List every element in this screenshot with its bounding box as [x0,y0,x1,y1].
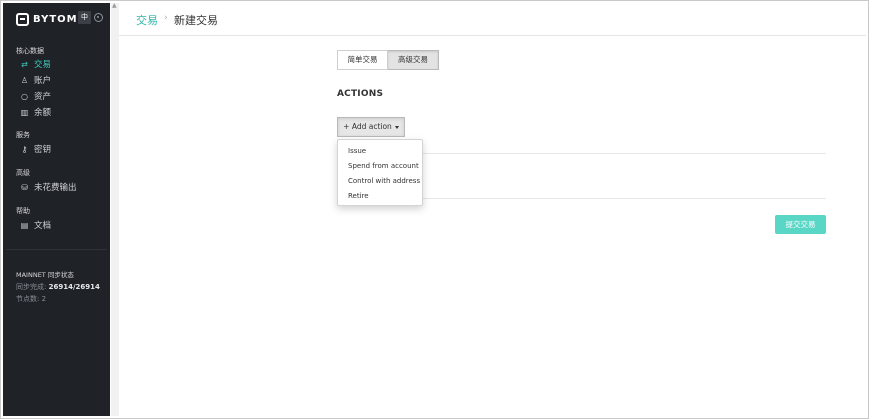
sync-status: 同步完成: 26914/26914 [16,282,100,292]
circle-icon: ○ [21,91,28,101]
document-icon: ▤ [20,220,29,230]
sidebar-item-label: 文档 [34,221,52,231]
section-title-help: 帮助 [16,207,30,215]
add-action-dropdown-menu: Issue Spend from account Control with ad… [337,139,423,206]
database-icon: ⛁ [21,182,28,192]
sidebar-divider [6,249,107,250]
add-action-button[interactable]: + Add action [337,117,405,137]
sidebar-item-label: 未花费输出 [34,183,77,193]
user-icon: ♙ [20,75,29,85]
page-header: 交易 › 新建交易 [119,3,866,36]
caret-down-icon [394,125,399,129]
section-title-services: 服务 [16,131,30,139]
sidebar-item-keys[interactable]: ⚷ 密钥 [20,143,52,156]
menu-item-control-with-address[interactable]: Control with address [338,174,422,189]
sidebar-scrollbar[interactable] [111,3,119,416]
sidebar-item-docs[interactable]: ▤ 文档 [20,219,52,232]
menu-item-issue[interactable]: Issue [338,144,422,159]
peer-count: 节点数: 2 [16,294,46,304]
sidebar-item-label: 交易 [34,60,52,70]
sidebar-item-label: 账户 [34,76,52,86]
section-title-advanced: 高级 [16,169,30,177]
sync-value: 26914/26914 [48,283,100,291]
key-icon: ⚷ [21,144,28,154]
menu-item-spend-from-account[interactable]: Spend from account [338,159,422,174]
tab-simple-transaction[interactable]: 简单交易 [337,50,388,70]
transaction-type-tabs: 简单交易 高级交易 [337,50,439,70]
network-sync-title: MAINNET 同步状态 [16,271,74,279]
peers-label: 节点数: [16,295,40,303]
actions-heading: ACTIONS [337,89,384,99]
add-action-label: + Add action [343,122,392,131]
sidebar-item-accounts[interactable]: ♙ 账户 [20,74,52,87]
sync-label: 同步完成: [16,283,47,291]
sidebar-item-label: 资产 [34,92,52,102]
sidebar: BYTOM 中 核心数据 ⇄ 交易 ♙ 账户 ○ 资产 ▥ 余额 服务 ⚷ 密钥… [3,3,110,416]
exchange-icon: ⇄ [21,59,28,69]
sidebar-item-label: 密钥 [34,145,52,155]
language-toggle-button[interactable]: 中 [78,11,91,24]
bar-chart-icon: ▥ [20,107,29,117]
page-title: 新建交易 [174,14,218,27]
gear-icon[interactable] [94,13,103,22]
sidebar-item-transactions[interactable]: ⇄ 交易 [20,58,52,71]
brand-name: BYTOM [33,13,78,25]
sidebar-item-label: 余额 [34,108,52,118]
scroll-up-arrow-icon[interactable]: ▲ [112,3,118,9]
sidebar-item-balances[interactable]: ▥ 余额 [20,106,52,119]
section-title-core-data: 核心数据 [16,47,44,55]
breadcrumb-transactions-link[interactable]: 交易 [136,12,158,28]
submit-transaction-button[interactable]: 提交交易 [775,215,826,234]
brand-logo[interactable]: BYTOM [16,12,78,26]
breadcrumb-separator-icon: › [164,13,168,23]
peers-value: 2 [41,295,47,303]
menu-item-retire[interactable]: Retire [338,189,422,204]
bytom-logo-icon [16,12,29,26]
sidebar-item-assets[interactable]: ○ 资产 [20,90,52,103]
tab-advanced-transaction[interactable]: 高级交易 [388,50,439,70]
sidebar-item-unspent-outputs[interactable]: ⛁ 未花费输出 [20,181,77,194]
